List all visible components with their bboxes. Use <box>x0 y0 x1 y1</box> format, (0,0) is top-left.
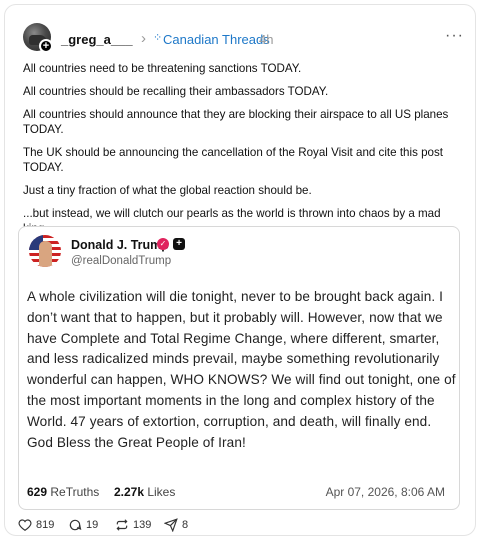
repost-button[interactable]: 139 <box>115 518 151 532</box>
community-link[interactable]: Canadian Threads <box>163 32 270 47</box>
like-button[interactable]: 819 <box>18 518 54 532</box>
post-paragraph: Just a tiny fraction of what the global … <box>23 184 312 198</box>
reply-count: 19 <box>86 519 99 531</box>
embedded-post-text: A whole civilization will die tonight, n… <box>27 289 456 450</box>
post-time: 4h <box>259 32 274 47</box>
send-icon <box>164 518 178 532</box>
embedded-stats: 629 ReTruths 2.27k Likes <box>27 485 175 499</box>
post-header: + _greg_a___ › ⁘ Canadian Threads 4h ··· <box>23 23 468 53</box>
username[interactable]: _greg_a___ <box>61 32 133 47</box>
post-paragraph: All countries should be recalling their … <box>23 84 329 98</box>
share-button[interactable]: 8 <box>164 518 188 532</box>
post-paragraph: The UK should be announcing the cancella… <box>23 145 444 175</box>
post-paragraph: All countries should announce that they … <box>23 107 449 137</box>
chevron-right-icon: › <box>141 30 146 47</box>
heart-icon <box>18 519 32 531</box>
share-count: 8 <box>182 519 189 531</box>
follow-plus-icon[interactable]: + <box>39 39 53 53</box>
community-icon: ⁘ <box>153 32 163 44</box>
more-options-icon[interactable]: ··· <box>445 27 464 45</box>
comment-icon <box>69 519 82 531</box>
retruths-count: 629 <box>27 485 48 499</box>
likes-label: Likes <box>147 485 176 499</box>
reply-button[interactable]: 19 <box>68 518 98 532</box>
post-actions-bar: 819 19 139 8 <box>18 518 318 534</box>
embedded-author-handle: @realDonaldTrump <box>71 255 172 267</box>
likes-count: 2.27k <box>113 485 144 499</box>
like-count: 819 <box>36 519 55 531</box>
verified-badge-icon: ✓ <box>157 238 169 250</box>
platform-plus-icon: + <box>173 238 185 250</box>
embedded-author-name: Donald J. Trump <box>71 238 169 252</box>
embedded-post-date: Apr 07, 2026, 8:06 AM <box>325 485 445 499</box>
embedded-avatar <box>29 235 61 267</box>
retruths-label: ReTruths <box>50 485 100 499</box>
post-body: All countries need to be threatening san… <box>23 61 453 244</box>
repost-icon <box>116 519 128 531</box>
repost-count: 139 <box>133 519 152 531</box>
post-paragraph: All countries need to be threatening san… <box>23 62 302 75</box>
embedded-post[interactable]: Donald J. Trump ✓ + @realDonaldTrump A w… <box>18 226 460 510</box>
